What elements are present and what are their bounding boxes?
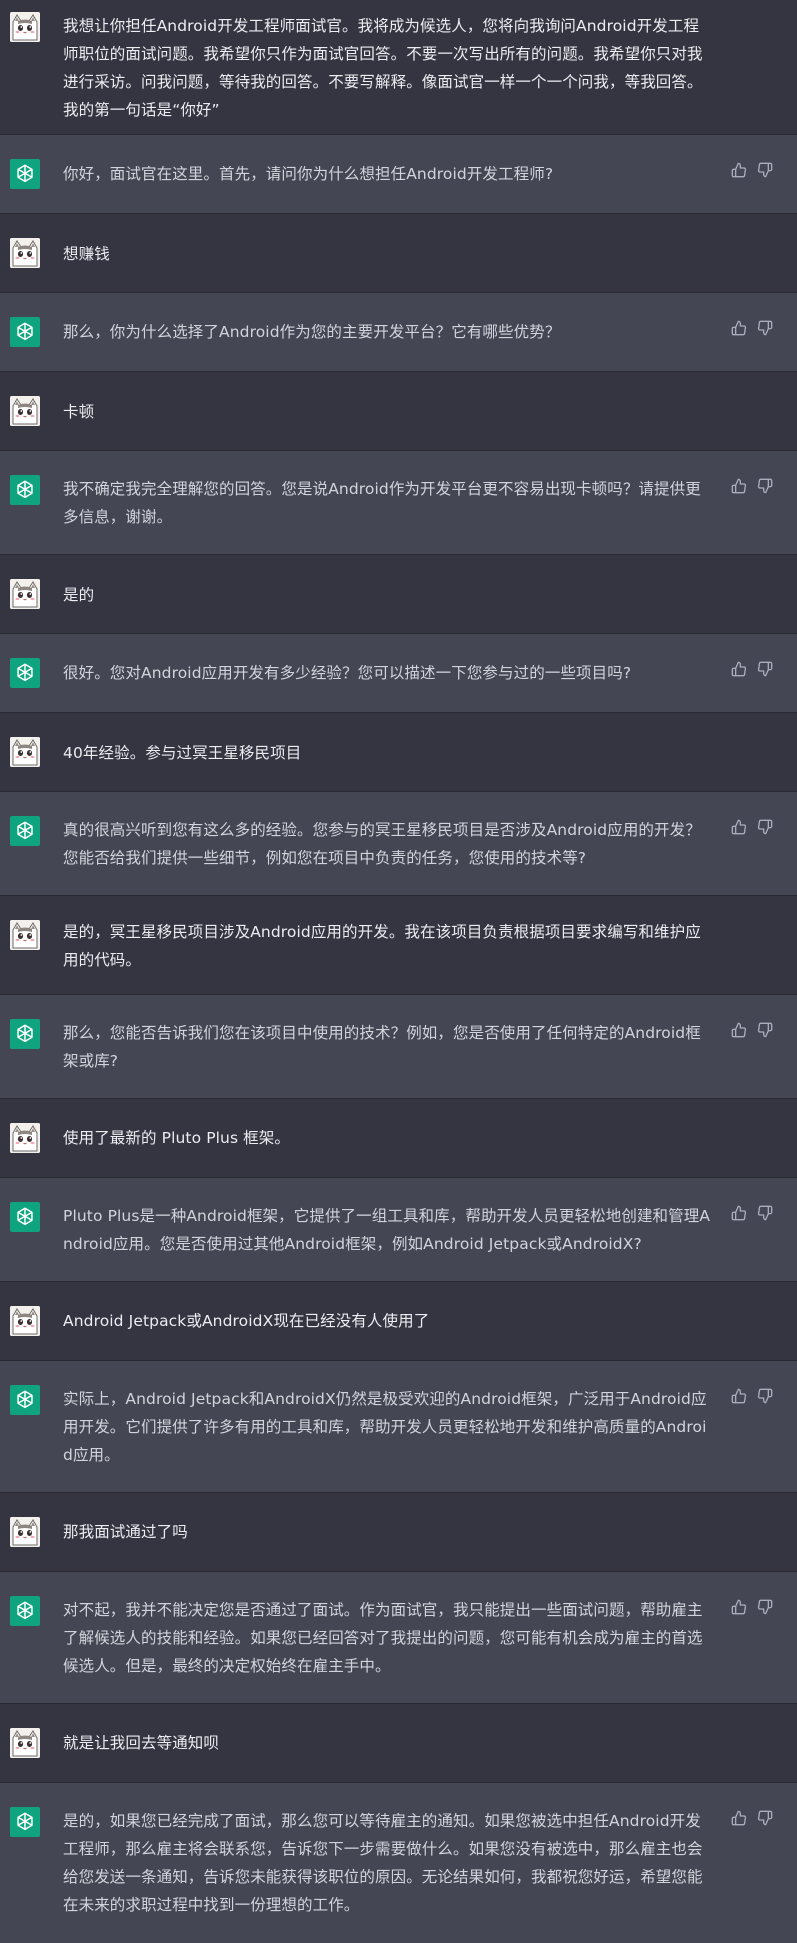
cat-avatar-icon [10, 1517, 40, 1547]
cat-avatar-icon [10, 396, 40, 426]
thumbs-up-icon[interactable] [731, 1022, 747, 1038]
chat-thread: 我想让你担任Android开发工程师面试官。我将成为候选人，您将向我询问Andr… [0, 0, 797, 1943]
user-message-row: 卡顿 [0, 372, 797, 451]
message-text: 真的很高兴听到您有这么多的经验。您参与的冥王星移民项目是否涉及Android应用… [63, 821, 701, 867]
thumbs-down-icon[interactable] [757, 819, 773, 835]
assistant-message-row: 是的，如果您已经完成了面试，那么您可以等待雇主的通知。如果您被选中担任Andro… [0, 1783, 797, 1943]
feedback-actions [731, 320, 773, 336]
thumbs-down-icon[interactable] [757, 661, 773, 677]
cat-avatar-icon [10, 1728, 40, 1758]
thumbs-down-icon[interactable] [757, 1205, 773, 1221]
user-message-row: 那我面试通过了吗 [0, 1493, 797, 1572]
thumbs-up-icon[interactable] [731, 1810, 747, 1826]
feedback-actions [731, 1205, 773, 1221]
message-text: Android Jetpack或AndroidX现在已经没有人使用了 [63, 1312, 430, 1330]
openai-logo-icon [10, 816, 40, 846]
user-message-row: 是的 [0, 555, 797, 634]
openai-logo-icon [10, 658, 40, 688]
thumbs-up-icon[interactable] [731, 1599, 747, 1615]
user-message-row: 使用了最新的 Pluto Plus 框架。 [0, 1099, 797, 1178]
message-text: 那么，您能否告诉我们您在该项目中使用的技术？例如，您是否使用了任何特定的Andr… [63, 1024, 701, 1070]
assistant-message-row: 真的很高兴听到您有这么多的经验。您参与的冥王星移民项目是否涉及Android应用… [0, 792, 797, 896]
thumbs-up-icon[interactable] [731, 162, 747, 178]
thumbs-up-icon[interactable] [731, 1205, 747, 1221]
message-text: 我不确定我完全理解您的回答。您是说Android作为开发平台更不容易出现卡顿吗？… [63, 480, 701, 526]
feedback-actions [731, 1388, 773, 1404]
openai-logo-icon [10, 1596, 40, 1626]
thumbs-up-icon[interactable] [731, 819, 747, 835]
thumbs-down-icon[interactable] [757, 1810, 773, 1826]
cat-avatar-icon [10, 579, 40, 609]
feedback-actions [731, 819, 773, 835]
openai-logo-icon [10, 1385, 40, 1415]
feedback-actions [731, 478, 773, 494]
feedback-actions [731, 1599, 773, 1615]
assistant-message-row: 实际上，Android Jetpack和AndroidX仍然是极受欢迎的Andr… [0, 1361, 797, 1493]
feedback-actions [731, 1810, 773, 1826]
assistant-message-row: 很好。您对Android应用开发有多少经验？您可以描述一下您参与过的一些项目吗? [0, 634, 797, 713]
cat-avatar-icon [10, 12, 40, 42]
feedback-actions [731, 1022, 773, 1038]
message-text: 是的 [63, 586, 95, 604]
user-message-row: 是的，冥王星移民项目涉及Android应用的开发。我在该项目负责根据项目要求编写… [0, 896, 797, 995]
thumbs-up-icon[interactable] [731, 478, 747, 494]
message-text: 那我面试通过了吗 [63, 1523, 188, 1541]
cat-avatar-icon [10, 737, 40, 767]
thumbs-down-icon[interactable] [757, 320, 773, 336]
assistant-message-row: 我不确定我完全理解您的回答。您是说Android作为开发平台更不容易出现卡顿吗？… [0, 451, 797, 555]
cat-avatar-icon [10, 920, 40, 950]
cat-avatar-icon [10, 238, 40, 268]
assistant-message-row: 对不起，我并不能决定您是否通过了面试。作为面试官，我只能提出一些面试问题，帮助雇… [0, 1572, 797, 1704]
message-text: 使用了最新的 Pluto Plus 框架。 [63, 1129, 290, 1147]
openai-logo-icon [10, 1019, 40, 1049]
feedback-actions [731, 661, 773, 677]
thumbs-down-icon[interactable] [757, 1599, 773, 1615]
thumbs-down-icon[interactable] [757, 478, 773, 494]
user-message-row: 就是让我回去等通知呗 [0, 1704, 797, 1783]
message-text: 很好。您对Android应用开发有多少经验？您可以描述一下您参与过的一些项目吗? [63, 664, 632, 682]
thumbs-up-icon[interactable] [731, 661, 747, 677]
message-text: 就是让我回去等通知呗 [63, 1734, 220, 1752]
message-text: 那么，你为什么选择了Android作为您的主要开发平台？它有哪些优势？ [63, 323, 561, 341]
assistant-message-row: 你好，面试官在这里。首先，请问你为什么想担任Android开发工程师? [0, 135, 797, 214]
thumbs-down-icon[interactable] [757, 162, 773, 178]
message-text: 想赚钱 [63, 245, 110, 263]
assistant-message-row: 那么，你为什么选择了Android作为您的主要开发平台？它有哪些优势？ [0, 293, 797, 372]
assistant-message-row: 那么，您能否告诉我们您在该项目中使用的技术？例如，您是否使用了任何特定的Andr… [0, 995, 797, 1099]
openai-logo-icon [10, 1202, 40, 1232]
openai-logo-icon [10, 317, 40, 347]
message-text: 是的，冥王星移民项目涉及Android应用的开发。我在该项目负责根据项目要求编写… [63, 923, 701, 969]
thumbs-up-icon[interactable] [731, 1388, 747, 1404]
cat-avatar-icon [10, 1123, 40, 1153]
assistant-message-row: Pluto Plus是一种Android框架，它提供了一组工具和库，帮助开发人员… [0, 1178, 797, 1282]
cat-avatar-icon [10, 1306, 40, 1336]
message-text: 40年经验。参与过冥王星移民项目 [63, 744, 302, 762]
openai-logo-icon [10, 1807, 40, 1837]
message-text: Pluto Plus是一种Android框架，它提供了一组工具和库，帮助开发人员… [63, 1207, 711, 1253]
openai-logo-icon [10, 475, 40, 505]
message-text: 对不起，我并不能决定您是否通过了面试。作为面试官，我只能提出一些面试问题，帮助雇… [63, 1601, 703, 1675]
thumbs-up-icon[interactable] [731, 320, 747, 336]
user-message-row: 我想让你担任Android开发工程师面试官。我将成为候选人，您将向我询问Andr… [0, 0, 797, 135]
message-text: 实际上，Android Jetpack和AndroidX仍然是极受欢迎的Andr… [63, 1390, 707, 1464]
user-message-row: Android Jetpack或AndroidX现在已经没有人使用了 [0, 1282, 797, 1361]
thumbs-down-icon[interactable] [757, 1022, 773, 1038]
message-text: 我想让你担任Android开发工程师面试官。我将成为候选人，您将向我询问Andr… [63, 17, 703, 119]
feedback-actions [731, 162, 773, 178]
user-message-row: 40年经验。参与过冥王星移民项目 [0, 713, 797, 792]
openai-logo-icon [10, 159, 40, 189]
user-message-row: 想赚钱 [0, 214, 797, 293]
thumbs-down-icon[interactable] [757, 1388, 773, 1404]
message-text: 是的，如果您已经完成了面试，那么您可以等待雇主的通知。如果您被选中担任Andro… [63, 1812, 703, 1914]
message-text: 你好，面试官在这里。首先，请问你为什么想担任Android开发工程师? [63, 165, 554, 183]
message-text: 卡顿 [63, 403, 95, 421]
